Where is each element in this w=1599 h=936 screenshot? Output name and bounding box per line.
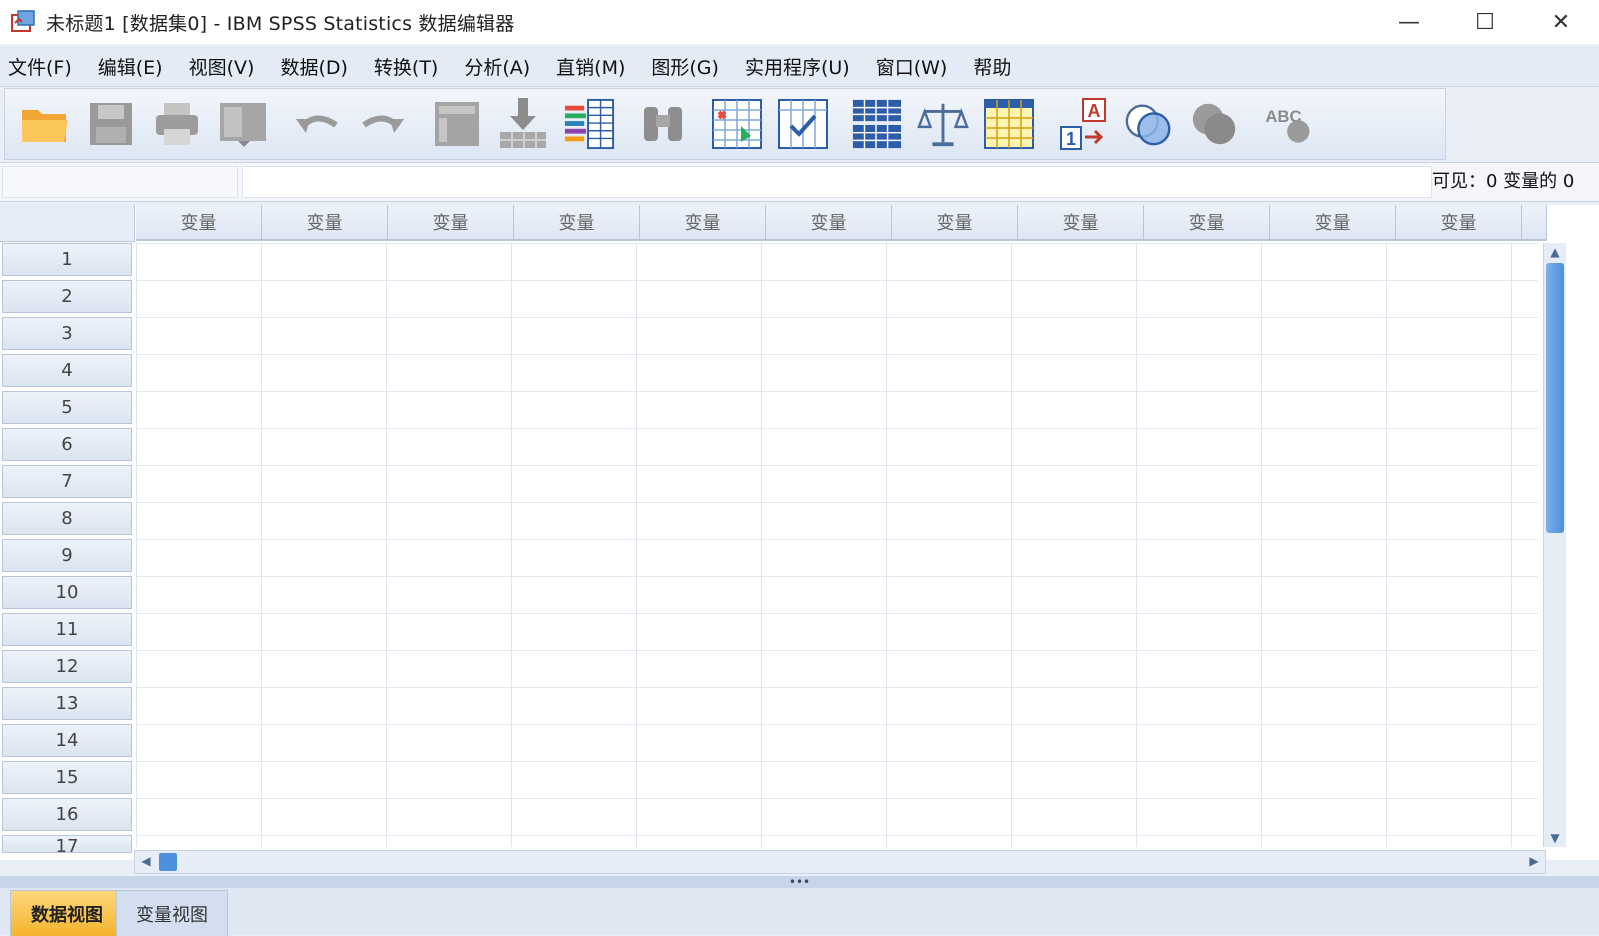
goto-variable-icon[interactable] [497,98,549,150]
redo-icon[interactable] [357,98,409,150]
column-header[interactable]: 变量 [892,205,1018,241]
view-tabs: 数据视图 变量视图 [0,888,1599,936]
spell-check-icon[interactable]: ABC [1263,98,1315,150]
column-headers: 变量 变量 变量 变量 变量 变量 变量 变量 变量 变量 变量 [136,205,1547,241]
menu-bar: 文件(F) 编辑(E) 视图(V) 数据(D) 转换(T) 分析(A) 直销(M… [0,46,1599,87]
visible-variables-info: 可见：0 变量的 0 [1432,167,1574,193]
row-headers: 1 2 3 4 5 6 7 8 9 10 11 12 13 14 15 16 1… [0,243,134,857]
pane-splitter[interactable]: ••• [0,876,1599,888]
weight-cases-icon[interactable] [917,98,969,150]
row-header[interactable]: 1 [2,243,132,276]
menu-view[interactable]: 视图(V) [181,53,269,80]
column-header[interactable]: 变量 [514,205,640,241]
spss-app-icon [10,9,36,35]
column-header[interactable]: 变量 [640,205,766,241]
splitter-grip-icon[interactable]: ••• [789,876,810,888]
close-button[interactable]: ✕ [1523,0,1599,44]
data-grid: 变量 变量 变量 变量 变量 变量 变量 变量 变量 变量 变量 1 2 3 4… [0,205,1599,860]
maximize-button[interactable]: ☐ [1447,0,1523,44]
row-header[interactable]: 14 [2,724,132,757]
window-title: 未标题1 [数据集0] - IBM SPSS Statistics 数据编辑器 [46,12,515,35]
menu-edit[interactable]: 编辑(E) [90,53,177,80]
visible-value: 0 变量的 0 [1486,171,1575,192]
column-header[interactable]: 变量 [1018,205,1144,241]
menu-utilities[interactable]: 实用程序(U) [737,53,864,80]
column-header[interactable]: 变量 [1144,205,1270,241]
value-label-glyph-1: 1 [1066,129,1076,149]
scroll-down-arrow-icon[interactable]: ▼ [1544,831,1566,845]
row-header[interactable]: 7 [2,465,132,498]
menu-data[interactable]: 数据(D) [272,53,361,80]
row-header[interactable]: 2 [2,280,132,313]
tab-variable-view[interactable]: 变量视图 [116,890,228,936]
menu-file[interactable]: 文件(F) [0,53,86,80]
variables-icon[interactable] [563,98,615,150]
row-header[interactable]: 13 [2,687,132,720]
save-icon[interactable] [85,98,137,150]
split-file-icon[interactable] [851,98,903,150]
grid-corner[interactable] [0,205,135,242]
column-header[interactable]: 变量 [388,205,514,241]
menu-transform[interactable]: 转换(T) [366,53,452,80]
find-icon[interactable] [637,98,689,150]
column-header[interactable]: 变量 [1396,205,1522,241]
row-header[interactable]: 16 [2,798,132,831]
column-header-partial[interactable] [1522,205,1547,241]
row-header[interactable]: 8 [2,502,132,535]
toolbar: A 1 ABC [4,88,1446,160]
row-header[interactable]: 4 [2,354,132,387]
show-all-variables-icon[interactable] [1189,98,1241,150]
row-header[interactable]: 10 [2,576,132,609]
open-folder-icon[interactable] [19,98,71,150]
vertical-scrollbar[interactable]: ▲ ▼ [1543,243,1566,847]
menu-direct-marketing[interactable]: 直销(M) [548,53,639,80]
data-cells[interactable] [136,243,1538,847]
row-header[interactable]: 5 [2,391,132,424]
print-icon[interactable] [151,98,203,150]
insert-cases-icon[interactable] [711,98,763,150]
vertical-scroll-thumb[interactable] [1546,263,1564,533]
use-sets-icon[interactable] [1123,98,1175,150]
column-header[interactable]: 变量 [262,205,388,241]
menu-graphs[interactable]: 图形(G) [643,53,733,80]
column-header[interactable]: 变量 [136,205,262,241]
minimize-button[interactable]: — [1371,0,1447,44]
value-labels-icon[interactable]: A 1 [1057,98,1109,150]
value-label-glyph-a: A [1088,101,1101,121]
dialog-recall-icon[interactable] [217,98,269,150]
menu-analyze[interactable]: 分析(A) [456,53,544,80]
undo-icon[interactable] [291,98,343,150]
scroll-up-arrow-icon[interactable]: ▲ [1544,245,1566,259]
insert-variable-icon[interactable] [777,98,829,150]
scroll-right-arrow-icon[interactable]: ▶ [1523,854,1545,868]
select-cases-icon[interactable] [983,98,1035,150]
cell-value-input[interactable] [242,166,1432,198]
cell-reference-box[interactable] [2,166,238,198]
row-header[interactable]: 11 [2,613,132,646]
scroll-left-arrow-icon[interactable]: ◀ [135,854,157,868]
row-header[interactable]: 12 [2,650,132,683]
visible-label: 可见： [1432,171,1486,192]
tab-data-view[interactable]: 数据视图 [10,890,124,936]
row-header[interactable]: 9 [2,539,132,572]
column-header[interactable]: 变量 [1270,205,1396,241]
horizontal-scrollbar[interactable]: ◀ ▶ [134,850,1546,874]
goto-case-icon[interactable] [431,98,483,150]
menu-window[interactable]: 窗口(W) [868,53,962,80]
title-bar: 未标题1 [数据集0] - IBM SPSS Statistics 数据编辑器 … [0,0,1599,44]
row-header[interactable]: 17 [2,835,132,853]
horizontal-scroll-thumb[interactable] [159,853,177,871]
row-header[interactable]: 3 [2,317,132,350]
cell-editor-row: 可见：0 变量的 0 [0,162,1599,202]
row-header[interactable]: 6 [2,428,132,461]
column-header[interactable]: 变量 [766,205,892,241]
row-header[interactable]: 15 [2,761,132,794]
menu-help[interactable]: 帮助 [965,53,1025,80]
